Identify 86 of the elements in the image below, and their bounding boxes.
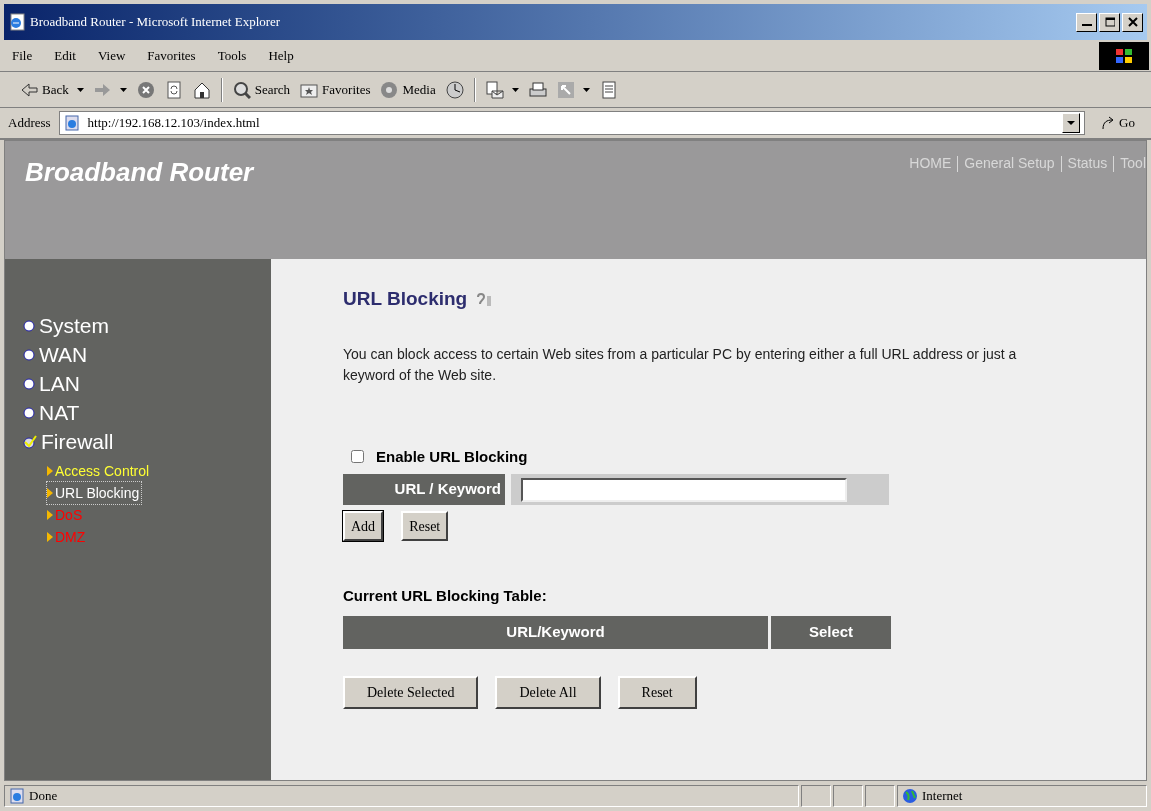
minimize-button[interactable] (1076, 12, 1097, 32)
status-text: Done (29, 787, 58, 806)
toolbar-button[interactable] (164, 80, 183, 99)
status-panel (865, 785, 895, 807)
refresh-icon (164, 80, 183, 99)
status-panel (801, 785, 831, 807)
triangle-icon (47, 510, 53, 520)
globe-icon (902, 788, 918, 804)
maximize-icon (1104, 17, 1115, 27)
menu-item[interactable]: Help (268, 45, 294, 66)
sidebar-item[interactable]: WAN (23, 340, 271, 369)
bullet-icon (23, 319, 35, 332)
menu-item[interactable]: Favorites (147, 45, 196, 66)
toolbar-button[interactable] (556, 80, 590, 99)
dropdown-caret-icon (76, 87, 84, 92)
triangle-icon (47, 466, 53, 476)
curved-arrow-icon (1101, 116, 1116, 130)
enable-checkbox[interactable] (351, 450, 364, 464)
menu-item[interactable]: Edit (54, 45, 76, 66)
address-field[interactable]: http://192.168.12.103/index.html (58, 111, 1086, 135)
address-label: Address (8, 114, 51, 133)
form-button[interactable]: Add (343, 511, 384, 541)
submenu-item[interactable]: Access Control (47, 460, 152, 482)
stop-icon (136, 80, 155, 99)
triangle-icon (47, 532, 53, 542)
brand-title: Broadband Router (25, 156, 254, 189)
page-icon (9, 788, 25, 804)
document-icon (599, 80, 618, 99)
toolbar-button[interactable] (485, 80, 519, 99)
search-icon (232, 80, 251, 99)
page-title: URL Blocking (343, 287, 468, 311)
help-icon (475, 291, 494, 308)
minimize-icon (1081, 24, 1092, 26)
sidebar-item[interactable]: LAN (23, 369, 271, 398)
close-button[interactable] (1122, 12, 1143, 32)
status-panel (833, 785, 863, 807)
description-text: You can block access to certain Web sites from a particular PC by entering either a full URL address or just a keyword of the Web site. (343, 344, 1018, 385)
clock-icon (445, 80, 464, 99)
checkmark-icon (23, 434, 37, 449)
toolbar-button[interactable]: Favorites (300, 79, 371, 100)
bullet-icon (23, 377, 35, 390)
dropdown-caret-icon (511, 87, 519, 92)
caret-icon (1067, 121, 1076, 125)
bullet-icon (23, 348, 35, 361)
page-icon (63, 115, 80, 131)
sidebar-item[interactable]: Firewall (23, 427, 271, 456)
go-button[interactable]: Go (1093, 113, 1143, 133)
triangle-icon (47, 488, 53, 498)
sidebar-item[interactable]: NAT (23, 398, 271, 427)
table-button[interactable]: Reset (617, 675, 697, 709)
home-icon (192, 80, 211, 99)
url-input-field[interactable] (521, 477, 847, 502)
table-button[interactable]: Delete All (495, 675, 601, 709)
toolbar-button[interactable]: Search (232, 79, 291, 100)
toolbar-button[interactable] (192, 80, 211, 99)
disc-icon (380, 80, 399, 99)
window-title: Broadband Router - Microsoft Internet Explorer (30, 13, 282, 32)
toolbar-button[interactable] (445, 80, 464, 99)
table-title: Current URL Blocking Table: (343, 586, 548, 606)
dropdown-caret-icon (582, 87, 590, 92)
dropdown-button[interactable] (1062, 113, 1081, 133)
column-header: Select (771, 615, 891, 649)
table-button[interactable]: Delete Selected (343, 675, 479, 709)
submenu-item[interactable]: URL Blocking (47, 482, 142, 504)
toolbar-button[interactable] (528, 80, 547, 99)
back-arrow-icon (20, 80, 38, 99)
field-label: URL / Keyword (343, 474, 505, 505)
toolbar-button[interactable]: Back (20, 79, 84, 100)
edit-icon (556, 80, 575, 99)
dropdown-caret-icon (119, 87, 127, 92)
sidebar-item[interactable]: System (23, 311, 271, 340)
browser-icon (8, 13, 26, 31)
menu-item[interactable]: File (12, 45, 33, 66)
zone-text: Internet (922, 787, 963, 806)
form-button[interactable]: Reset (401, 511, 449, 541)
toolbar-button[interactable]: Media (380, 79, 436, 100)
printer-icon (528, 80, 547, 99)
menu-item[interactable]: Tools (217, 45, 247, 66)
maximize-button[interactable] (1099, 12, 1120, 32)
flag-icon (1114, 47, 1134, 65)
close-icon (1127, 17, 1138, 27)
bullet-icon (23, 406, 35, 419)
envelope-icon (485, 80, 504, 99)
column-header: URL/Keyword (343, 615, 768, 649)
menu-item[interactable]: View (97, 45, 126, 66)
checkbox-label: Enable URL Blocking (376, 446, 528, 467)
